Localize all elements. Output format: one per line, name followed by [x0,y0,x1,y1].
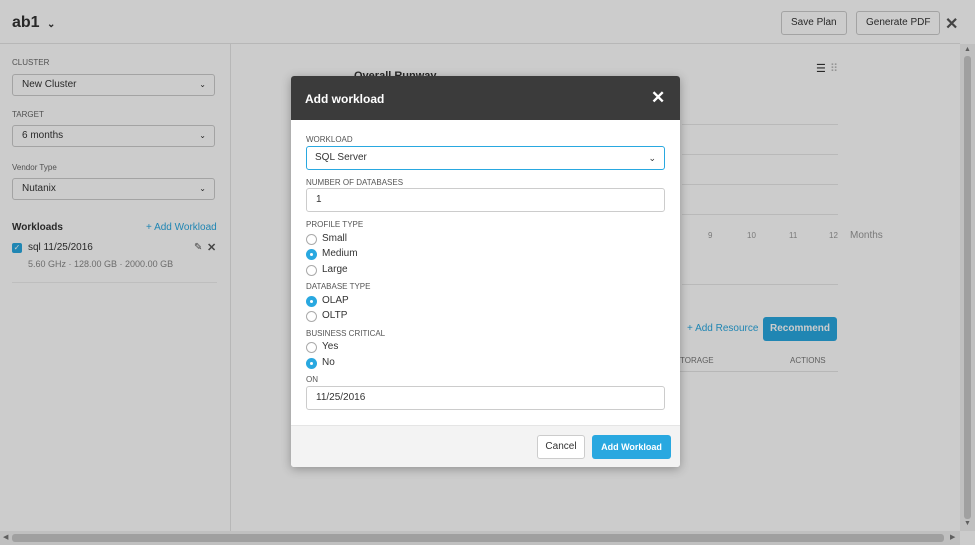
add-workload-button[interactable]: Add Workload [592,435,671,459]
radio-button[interactable] [306,265,317,276]
workload-label: WORKLOAD [306,135,353,144]
chevron-down-icon: ⌄ [648,153,656,163]
number-of-databases-input[interactable]: 1 [306,188,665,212]
radio-label: No [322,357,335,368]
workload-select[interactable]: SQL Server ⌄ [306,146,665,170]
cancel-button[interactable]: Cancel [537,435,585,459]
radio-label: Medium [322,248,358,259]
radio-label: OLTP [322,310,348,321]
workload-value: SQL Server [315,152,367,163]
radio-label: Small [322,233,348,244]
modal-header: Add workload ✕ [291,76,680,120]
radio-label: Yes [322,341,339,352]
on-date-input[interactable]: 11/25/2016 [306,386,665,410]
radio-label: OLAP [322,295,349,306]
on-date-label: ON [306,375,318,384]
close-icon[interactable]: ✕ [651,88,665,108]
database-type-label: DATABASE TYPE [306,282,371,291]
profile-type-label: PROFILE TYPE [306,220,364,229]
business-critical-label: BUSINESS CRITICAL [306,329,386,338]
modal-footer: Cancel Add Workload [291,425,680,467]
add-workload-modal: Add workload ✕ WORKLOAD SQL Server ⌄ NUM… [291,76,680,467]
radio-label: Large [322,264,348,275]
radio-button[interactable] [306,358,317,369]
modal-title: Add workload [305,92,385,106]
radio-button[interactable] [306,234,317,245]
radio-button[interactable] [306,342,317,353]
radio-button[interactable] [306,311,317,322]
number-of-databases-label: NUMBER OF DATABASES [306,178,404,187]
radio-button[interactable] [306,249,317,260]
radio-button[interactable] [306,296,317,307]
